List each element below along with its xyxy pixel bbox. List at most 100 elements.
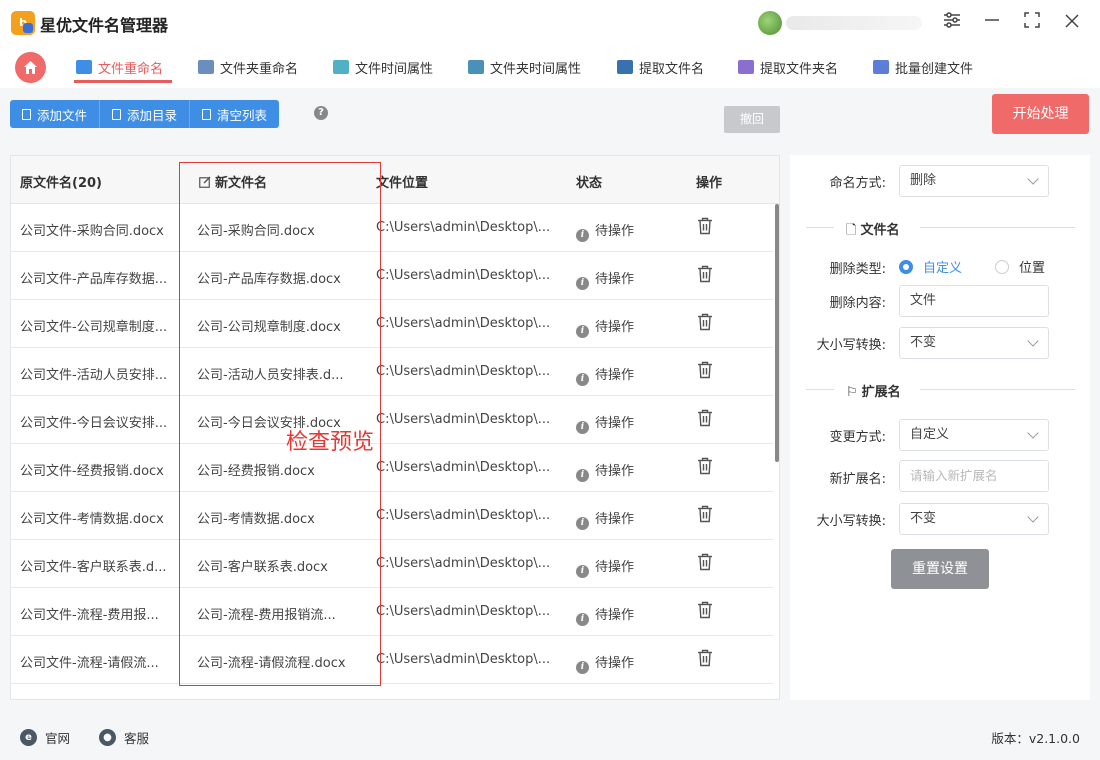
delete-row-trash-icon[interactable]	[697, 649, 713, 671]
chevron-down-icon	[1027, 511, 1039, 523]
file-location: C:\Users\admin\Desktop\...	[376, 604, 551, 619]
trash-icon	[202, 108, 212, 120]
tab-extract-foldername[interactable]: 提取文件夹名	[738, 56, 838, 78]
extract-filename-icon	[617, 60, 633, 74]
status-cell: i 待操作	[576, 460, 634, 482]
original-filename: 公司文件-采购合同.docx	[20, 224, 164, 239]
delete-row-trash-icon[interactable]	[697, 217, 713, 239]
chat-bubble-icon: ●	[99, 729, 116, 746]
add-file-button[interactable]: 添加文件	[10, 100, 101, 128]
close-icon[interactable]	[1059, 10, 1085, 36]
table-scrollbar[interactable]	[775, 204, 779, 462]
reset-settings-button[interactable]: 重置设置	[891, 549, 989, 589]
info-icon: i	[576, 469, 589, 482]
folder-rename-icon	[198, 60, 214, 74]
delete-row-trash-icon[interactable]	[697, 505, 713, 527]
delete-type-custom-radio[interactable]: 自定义	[899, 257, 962, 276]
table-header: 原文件名(20) 新文件名 文件位置 状态 操作	[11, 156, 779, 204]
file-location: C:\Users\admin\Desktop\...	[376, 316, 551, 331]
document-icon	[22, 108, 31, 120]
user-avatar[interactable]	[758, 11, 782, 35]
radio-checked-icon	[899, 259, 913, 274]
tab-folder-time[interactable]: 文件夹时间属性	[468, 56, 581, 78]
website-link[interactable]: e 官网	[20, 728, 70, 747]
info-icon: i	[576, 613, 589, 626]
footer: e 官网 ● 客服 版本：v2.1.0.0	[0, 712, 1100, 760]
table-row[interactable]: 公司文件-产品库存数据... 公司-产品库存数据.docx C:\Users\adm…	[11, 252, 773, 300]
status-cell: i 待操作	[576, 316, 634, 338]
table-row[interactable]: 公司文件-活动人员安排... 公司-活动人员安排表.d... C:\Users\ad…	[11, 348, 773, 396]
filename-section-title: 🗋 文件名	[790, 217, 1090, 238]
table-row[interactable]: 公司文件-流程-费用报... 公司-流程-费用报销流... C:\Users\adm…	[11, 588, 773, 636]
column-status: 状态	[576, 176, 603, 191]
table-row[interactable]: 公司文件-客户联系表.d... 公司-客户联系表.docx C:\Users\adm…	[11, 540, 773, 588]
batch-create-icon	[873, 60, 889, 74]
info-icon: i	[576, 373, 589, 386]
ext-case-conversion-select[interactable]: 不变	[899, 503, 1049, 535]
status-cell: i 待操作	[576, 364, 634, 386]
preview-annotation: 检查预览	[286, 430, 375, 455]
original-filename: 公司文件-流程-请假流...	[20, 656, 159, 671]
ext-case-conversion-label: 大小写转换:	[816, 514, 886, 529]
toolbar: 添加文件 添加目录 清空列表 ? 撤回 开始处理	[0, 88, 1100, 148]
chevron-down-icon	[1027, 173, 1039, 185]
settings-panel: 命名方式: 删除 🗋 文件名 删除类型: 自定义 位置 删除内容: 文件 大小写转…	[790, 155, 1090, 700]
original-filename: 公司文件-流程-费用报...	[20, 608, 159, 623]
delete-content-input[interactable]: 文件	[899, 285, 1049, 317]
undo-button[interactable]: 撤回	[724, 106, 780, 133]
original-filename: 公司文件-客户联系表.d...	[20, 560, 167, 575]
clear-list-button[interactable]: 清空列表	[190, 100, 280, 128]
table-row[interactable]: 公司文件-今日会议安排... 公司-今日会议安排.docx C:\Users\adm…	[11, 396, 773, 444]
tab-folder-rename[interactable]: 文件夹重命名	[198, 56, 298, 78]
table-row[interactable]: 公司文件-经费报销.docx 公司-经费报销.docx C:\Users\admin…	[11, 444, 773, 492]
delete-row-trash-icon[interactable]	[697, 409, 713, 431]
delete-type-position-radio[interactable]: 位置	[995, 257, 1045, 276]
delete-row-trash-icon[interactable]	[697, 457, 713, 479]
add-directory-button[interactable]: 添加目录	[100, 100, 191, 128]
table-row[interactable]: 公司文件-考情数据.docx 公司-考情数据.docx C:\Users\admin…	[11, 492, 773, 540]
new-extension-label: 新扩展名:	[829, 472, 886, 487]
app-logo-icon: b	[11, 11, 35, 35]
maximize-icon[interactable]	[1019, 10, 1045, 36]
delete-content-label: 删除内容:	[829, 296, 886, 311]
delete-row-trash-icon[interactable]	[697, 361, 713, 383]
delete-row-trash-icon[interactable]	[697, 553, 713, 575]
extension-section-title: ⚐ 扩展名	[790, 379, 1090, 400]
original-filename: 公司文件-产品库存数据...	[20, 272, 168, 287]
app-title: 星优文件名管理器	[40, 16, 169, 35]
delete-row-trash-icon[interactable]	[697, 601, 713, 623]
naming-method-label: 命名方式:	[829, 176, 886, 191]
file-rename-icon	[76, 60, 92, 74]
new-extension-input[interactable]: 请输入新扩展名	[899, 460, 1049, 492]
status-cell: i 待操作	[576, 220, 634, 242]
delete-row-trash-icon[interactable]	[697, 265, 713, 287]
settings-sliders-icon[interactable]	[939, 10, 965, 36]
info-icon: i	[576, 517, 589, 530]
minimize-icon[interactable]	[979, 10, 1005, 36]
extract-foldername-icon	[738, 60, 754, 74]
table-row[interactable]: 公司文件-流程-请假流... 公司-流程-请假流程.docx C:\Users\ad…	[11, 636, 773, 684]
original-filename: 公司文件-今日会议安排...	[20, 416, 168, 431]
delete-type-label: 删除类型:	[829, 262, 886, 277]
tab-batch-create[interactable]: 批量创建文件	[873, 56, 973, 78]
tab-file-time[interactable]: 文件时间属性	[333, 56, 433, 78]
tab-extract-filename[interactable]: 提取文件名	[617, 56, 704, 78]
support-link[interactable]: ● 客服	[99, 728, 149, 747]
delete-row-trash-icon[interactable]	[697, 313, 713, 335]
naming-method-select[interactable]: 删除	[899, 165, 1049, 197]
help-icon[interactable]: ?	[314, 106, 328, 120]
info-icon: i	[576, 565, 589, 578]
case-conversion-label: 大小写转换:	[816, 338, 886, 353]
change-method-label: 变更方式:	[829, 430, 886, 445]
table-row-partial	[11, 684, 773, 699]
start-processing-button[interactable]: 开始处理	[992, 94, 1089, 134]
change-method-select[interactable]: 自定义	[899, 419, 1049, 451]
tab-file-rename[interactable]: 文件重命名	[76, 56, 163, 78]
table-row[interactable]: 公司文件-公司规章制度... 公司-公司规章制度.docx C:\Users\adm…	[11, 300, 773, 348]
home-button[interactable]	[15, 52, 46, 83]
info-icon: i	[576, 661, 589, 674]
case-conversion-select[interactable]: 不变	[899, 327, 1049, 359]
table-row[interactable]: 公司文件-采购合同.docx 公司-采购合同.docx C:\Users\admin…	[11, 204, 773, 252]
file-button-group: 添加文件 添加目录 清空列表	[10, 100, 280, 128]
document-icon	[112, 108, 122, 120]
